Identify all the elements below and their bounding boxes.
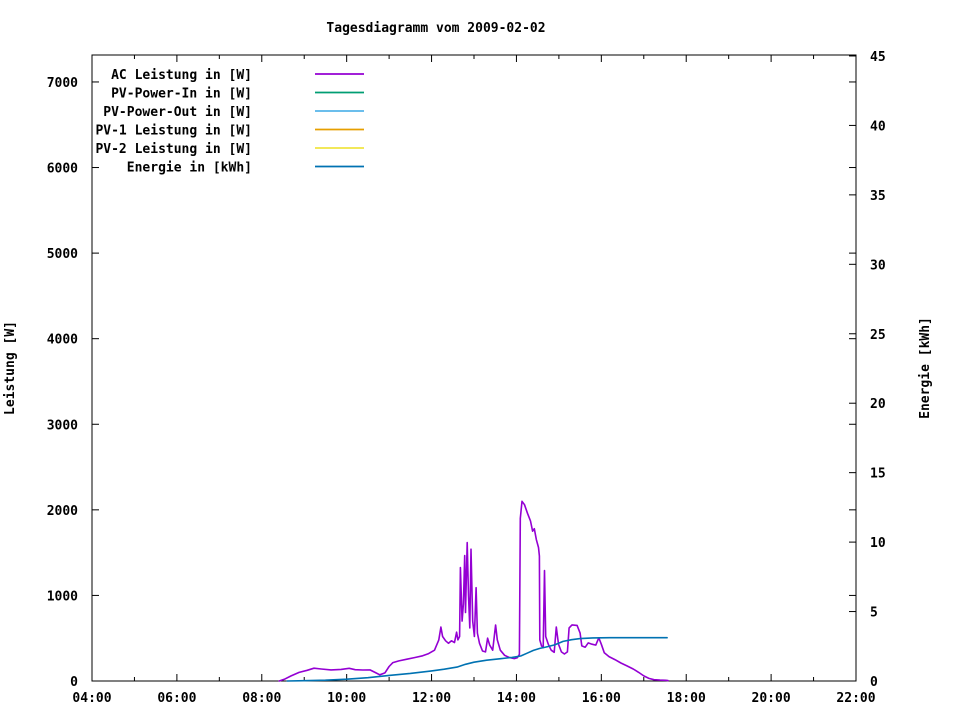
legend-label: PV-2 Leistung in [W]: [95, 142, 252, 157]
x-tick-label: 20:00: [752, 691, 791, 706]
y-tick-label: 2000: [47, 504, 78, 519]
y-tick-label: 3000: [47, 418, 78, 433]
x-tick-label: 06:00: [157, 691, 196, 706]
plot-generated: 04:00 06:00 08:00 10:00 12:00 14:00 16:00 18:00…: [47, 50, 886, 706]
legend-label: Energie in [kWh]: [127, 161, 252, 176]
y-tick-label: 6000: [47, 162, 78, 177]
y-tick-label: 4000: [47, 333, 78, 348]
series-line-ac-leistung-in-w: [278, 500, 669, 682]
y-tick-label: 0: [70, 675, 78, 690]
y2-tick-label: 30: [870, 258, 886, 273]
y-axis-label: Leistung [W]: [3, 321, 18, 415]
x-tick-label: 22:00: [836, 691, 875, 706]
y2-tick-label: 10: [870, 536, 886, 551]
series-line-energie-in-kwh: [286, 636, 668, 682]
x-tick-label: 16:00: [582, 691, 621, 706]
y2-tick-label: 0: [870, 675, 878, 690]
y2-tick-label: 5: [870, 606, 878, 621]
x-tick-label: 12:00: [412, 691, 451, 706]
y2-tick-label: 40: [870, 119, 886, 134]
x-tick-label: 10:00: [327, 691, 366, 706]
y-tick-label: 1000: [47, 589, 78, 604]
plot-svg: Tagesdiagramm vom 2009-02-02 Leistung [W…: [3, 21, 933, 706]
x-tick-label: 18:00: [667, 691, 706, 706]
chart-canvas: Tagesdiagramm vom 2009-02-02 Leistung [W…: [0, 0, 960, 720]
y2-axis-label: Energie [kWh]: [918, 317, 933, 419]
legend-label: PV-Power-In in [W]: [111, 87, 252, 102]
y2-tick-label: 15: [870, 467, 886, 482]
legend-label: PV-1 Leistung in [W]: [95, 124, 252, 139]
y2-tick-label: 45: [870, 50, 886, 65]
x-tick-label: 08:00: [242, 691, 281, 706]
x-tick-label: 14:00: [497, 691, 536, 706]
y-tick-label: 5000: [47, 247, 78, 262]
legend-label: PV-Power-Out in [W]: [103, 105, 252, 120]
chart-title: Tagesdiagramm vom 2009-02-02: [326, 21, 545, 36]
y2-tick-label: 20: [870, 397, 886, 412]
y-tick-label: 7000: [47, 76, 78, 91]
legend-label: AC Leistung in [W]: [111, 68, 252, 83]
y2-tick-label: 25: [870, 328, 886, 343]
y2-tick-label: 35: [870, 189, 886, 204]
x-tick-label: 04:00: [72, 691, 111, 706]
